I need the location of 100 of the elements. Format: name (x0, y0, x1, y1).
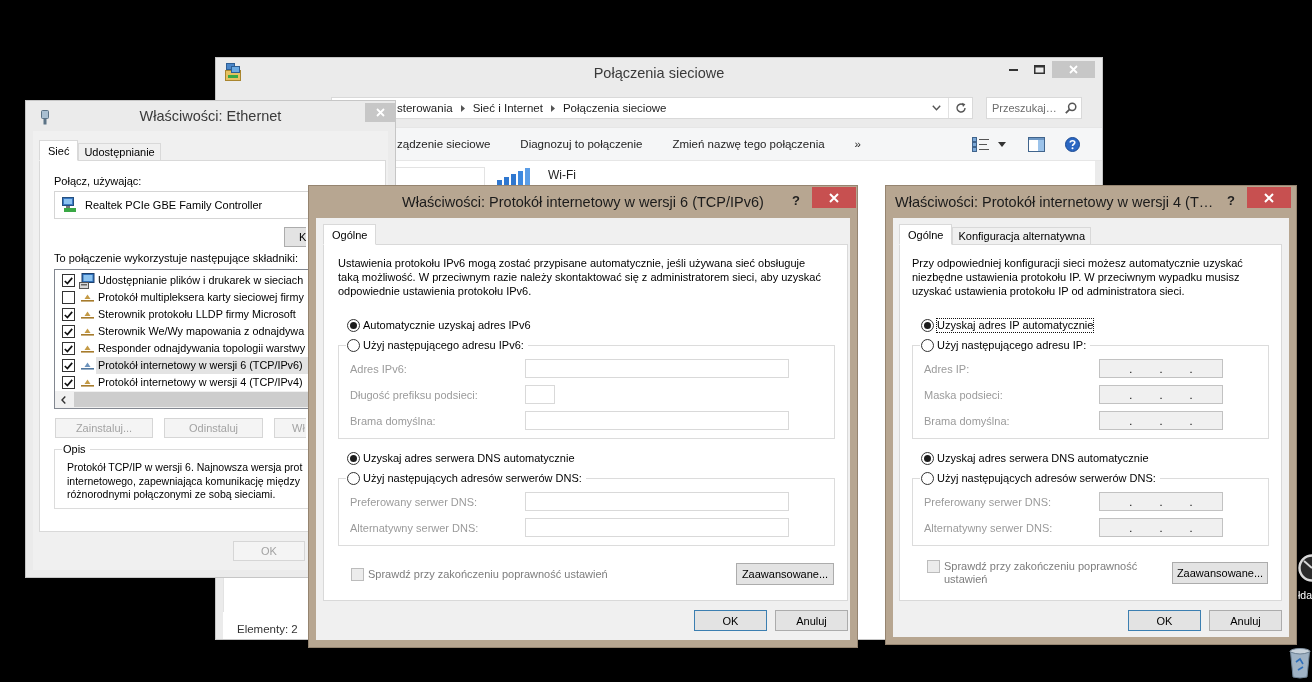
adapter-name: Realtek PCIe GBE Family Controller (85, 198, 263, 212)
radio-label[interactable]: Użyj następującego adresu IPv6: (363, 339, 524, 352)
window-title: Połączenia sieciowe (593, 64, 725, 83)
help-icon (1065, 136, 1080, 152)
arrow-right-icon (550, 104, 555, 112)
field-label: Preferowany serwer DNS: (924, 494, 1052, 509)
radio-button[interactable] (347, 339, 360, 352)
input-field[interactable] (525, 359, 789, 378)
field-label: Alternatywny serwer DNS: (350, 520, 479, 535)
radio-button[interactable] (921, 339, 934, 352)
caret-down-icon (998, 141, 1006, 147)
help-button[interactable]: ? (790, 192, 802, 210)
radio-label[interactable]: Uzyskaj adres IP automatycznie (937, 318, 1094, 332)
close-icon (1264, 192, 1274, 203)
ip-address-field[interactable]: . . . (1099, 359, 1223, 378)
toolbar-button[interactable]: Diagnozuj to połączenie (520, 137, 643, 151)
intro-text: Przy odpowiedniej konfiguracji sieci możesz automatycznie uzyskać niezbędne ustawienia protokołu IP. W przeciwnym wypadku musisz uzyskać ustawienia protokołu IP od administratora sieci. (912, 256, 1244, 298)
toolbar-button[interactable]: Zmień nazwę tego połączenia (672, 137, 825, 151)
breadcrumb-item[interactable]: sterowania (397, 101, 453, 115)
close-button[interactable] (812, 187, 856, 208)
signal-bars-icon (496, 167, 532, 185)
minimize-icon (1008, 68, 1018, 71)
tab[interactable]: Udostępnianie (78, 143, 161, 161)
field-label: Adres IP: (924, 361, 970, 376)
help-button[interactable]: ? (1225, 192, 1237, 210)
ip-address-field[interactable]: . . . (1099, 492, 1223, 511)
network-node-icon (80, 293, 94, 302)
radio-label[interactable]: Automatycznie uzyskaj adres IPv6 (363, 318, 531, 332)
radio-button[interactable] (921, 451, 934, 465)
radio-label[interactable]: Użyj następującego adresu IP: (937, 339, 1087, 352)
radio-button[interactable] (347, 318, 360, 332)
field-label: Brama domyślna: (924, 413, 1010, 428)
close-icon (375, 108, 385, 117)
preview-pane-button[interactable] (1028, 136, 1045, 152)
radio-label[interactable]: Uzyskaj adres serwera DNS automatycznie (937, 451, 1149, 465)
radio-button[interactable] (921, 318, 934, 332)
checkbox[interactable] (62, 359, 75, 372)
radio-label[interactable]: Użyj następujących adresów serwerów DNS: (363, 472, 582, 485)
tab[interactable]: Konfiguracja alternatywna (952, 227, 1092, 245)
chevron-down-icon[interactable] (932, 105, 941, 111)
field-label: Maska podsieci: (924, 387, 1003, 402)
network-adapter-icon (61, 197, 77, 213)
dialog-button[interactable]: Anuluj (775, 610, 848, 631)
checkbox[interactable] (62, 325, 75, 338)
network-node-icon (80, 310, 94, 319)
ip-address-field[interactable]: . . . (1099, 518, 1223, 537)
dialog-button[interactable]: Anuluj (1209, 610, 1282, 631)
desktop-icon-label[interactable]: łda (1298, 589, 1312, 602)
radio-label[interactable]: Uzyskaj adres serwera DNS automatycznie (363, 451, 575, 465)
radio-button[interactable] (347, 472, 360, 485)
radio-label[interactable]: Użyj następujących adresów serwerów DNS: (937, 472, 1156, 485)
checkmark-icon (64, 276, 73, 285)
input-field[interactable] (525, 411, 789, 430)
checkbox[interactable] (62, 291, 75, 304)
radio-button[interactable] (921, 472, 934, 485)
window-title: Właściwości: Protokół internetowy w wersji 6 (TCP/IPv6) (402, 193, 764, 212)
view-options-button[interactable] (972, 136, 1006, 152)
connection-name[interactable]: Wi-Fi (548, 168, 576, 183)
toolbar-button[interactable]: » (854, 137, 861, 151)
field-label: Długość prefiksu podsieci: (350, 387, 478, 402)
search-field[interactable]: Przeszukaj… (986, 97, 1082, 119)
view-list-icon (972, 136, 990, 152)
network-node-icon (80, 361, 94, 370)
dialog-button[interactable]: Zaawansowane... (1172, 562, 1268, 584)
checkbox[interactable] (62, 342, 75, 355)
input-field[interactable] (525, 385, 555, 404)
tab[interactable]: Sieć (39, 140, 79, 161)
clock-icon[interactable] (1298, 553, 1312, 584)
tab[interactable]: Ogólne (899, 224, 953, 245)
field-label: Preferowany serwer DNS: (350, 494, 478, 509)
close-button[interactable] (1247, 187, 1291, 208)
dialog-button[interactable]: Zaawansowane... (736, 563, 834, 585)
search-icon[interactable] (1065, 102, 1077, 114)
checkbox[interactable] (62, 274, 75, 287)
toolbar-button[interactable]: ządzenie sieciowe (397, 137, 491, 151)
close-icon (1069, 65, 1078, 74)
radio-button[interactable] (347, 451, 360, 465)
chevron-left-icon (61, 395, 66, 404)
breadcrumb-item[interactable]: Sieć i Internet (472, 101, 543, 115)
trash-icon[interactable] (1289, 648, 1311, 679)
checkbox[interactable] (62, 308, 75, 321)
network-node-icon (80, 344, 94, 353)
input-field[interactable] (525, 518, 789, 537)
address-bar[interactable]: sterowania Sieć i Internet Połączenia sieciowe (331, 97, 973, 119)
maximize-icon (1033, 65, 1045, 74)
window-title: Właściwości: Protokół internetowy w wersji 4 (T… (895, 193, 1214, 212)
ip-address-field[interactable]: . . . (1099, 385, 1223, 404)
dialog-button[interactable]: K (284, 227, 306, 247)
group-label: Opis (62, 442, 87, 456)
dialog-button[interactable]: OK (694, 610, 767, 631)
arrow-right-icon (460, 104, 465, 112)
breadcrumb-item[interactable]: Połączenia sieciowe (562, 101, 667, 115)
ip-address-field[interactable]: . . . (1099, 411, 1223, 430)
field-label: To połączenie wykorzystuje następujące składniki: (54, 251, 298, 265)
input-field[interactable] (525, 492, 789, 511)
dialog-button[interactable]: OK (1128, 610, 1201, 631)
checkbox[interactable] (62, 376, 75, 389)
tab[interactable]: Ogólne (323, 224, 377, 245)
help-button[interactable] (1065, 136, 1080, 152)
network-folder-icon (225, 63, 241, 81)
